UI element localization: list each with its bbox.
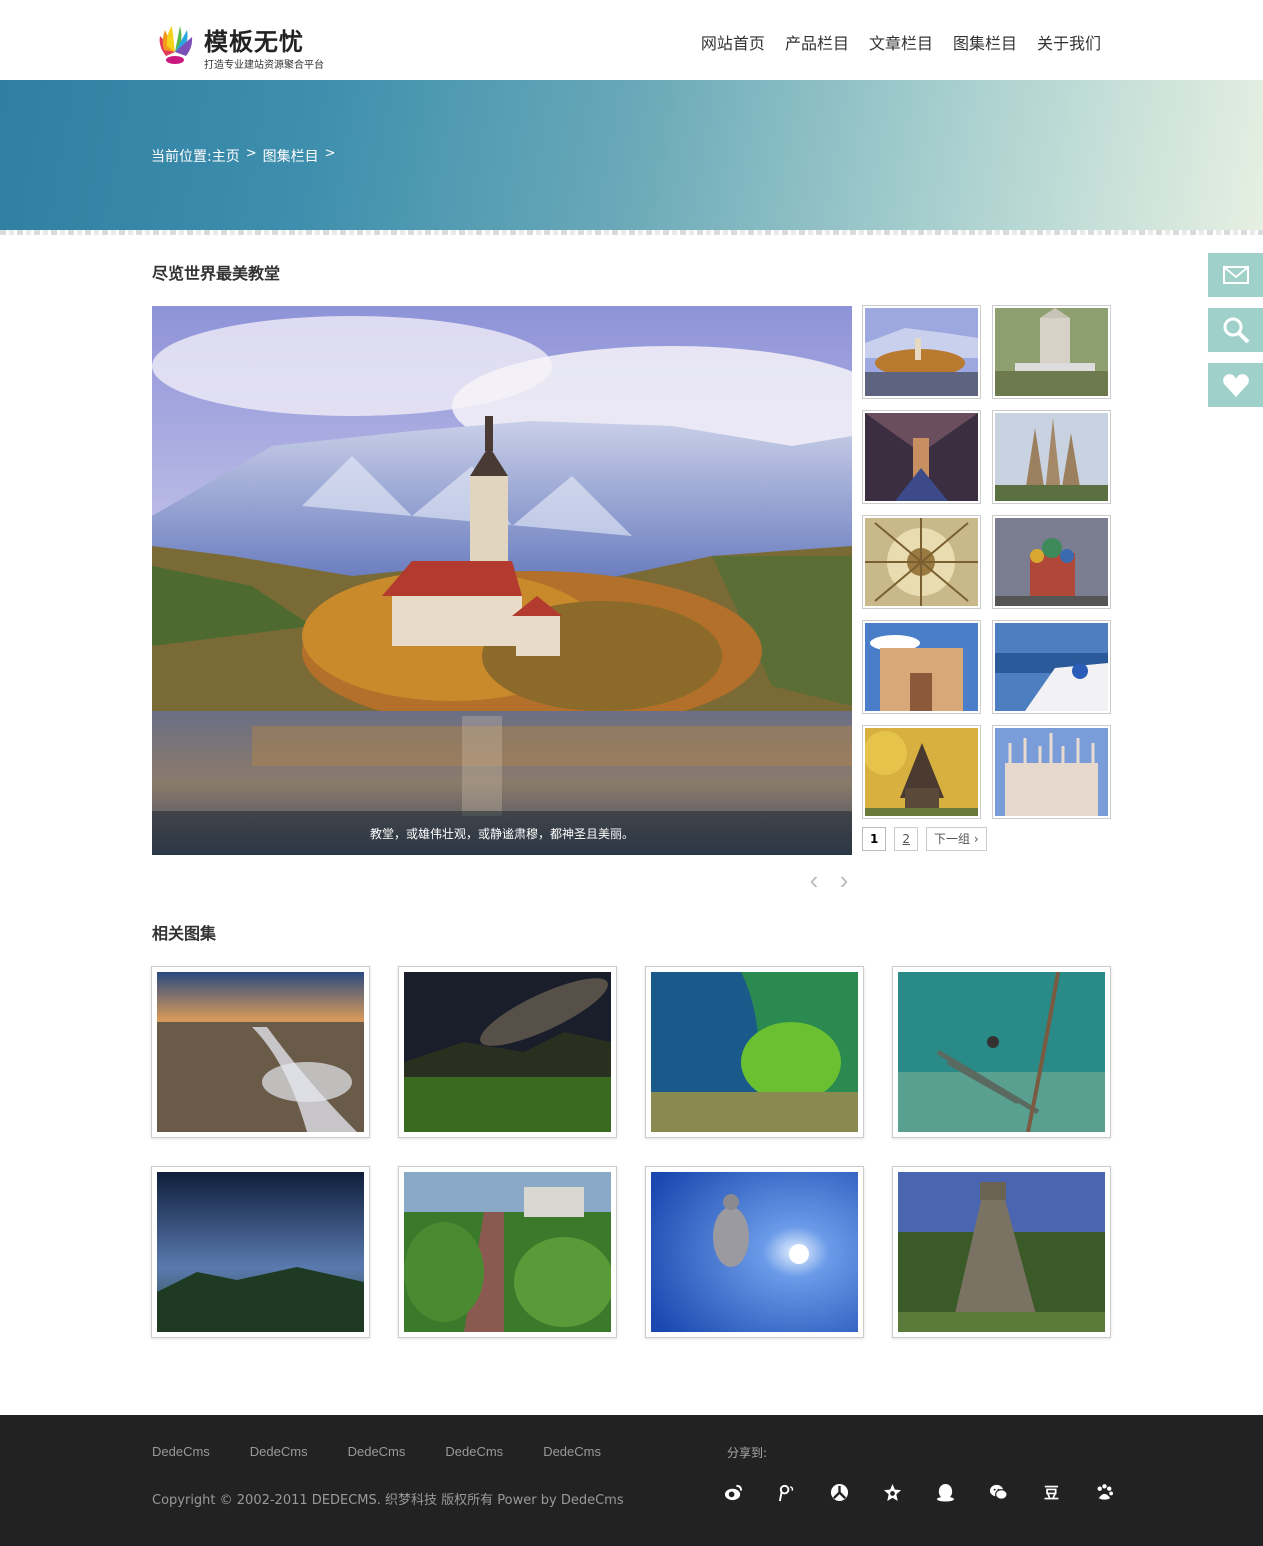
photo-caption: 教堂，或雄伟壮观，或静谧肃穆，都神圣且美丽。: [369, 826, 634, 841]
thumbnail[interactable]: [862, 725, 981, 819]
photo-caption-bar: 教堂，或雄伟壮观，或静谧肃穆，都神圣且美丽。: [152, 811, 852, 855]
lake-church-photo: [152, 306, 852, 855]
related-mayan-temple: [898, 1172, 1105, 1332]
thumb-dome-ceiling: [865, 518, 978, 606]
renren-icon[interactable]: [830, 1483, 849, 1502]
thumb-lake-church: [865, 308, 978, 396]
thumbnail[interactable]: [992, 515, 1111, 609]
thumb-sagrada-familia: [995, 413, 1108, 501]
related-item[interactable]: [398, 1166, 617, 1338]
breadcrumb-current[interactable]: 图集栏目: [263, 146, 319, 166]
related-item[interactable]: [645, 1166, 864, 1338]
site-logo[interactable]: 模板无忧 打造专业建站资源聚合平台: [152, 20, 324, 71]
thumbnail[interactable]: [862, 620, 981, 714]
thumb-adobe-church: [865, 623, 978, 711]
share-label: 分享到:: [727, 1446, 768, 1460]
thumb-cathedral-interior: [865, 413, 978, 501]
pager-page-2[interactable]: 2: [894, 827, 918, 851]
gallery-title: 尽览世界最美教堂: [152, 264, 281, 283]
thumbnail[interactable]: [862, 305, 981, 399]
side-search-button[interactable]: [1208, 308, 1263, 352]
next-arrow-icon[interactable]: ›: [836, 867, 852, 893]
site-header: 模板无忧 打造专业建站资源聚合平台 网站首页 产品栏目 文章栏目 图集栏目 关于…: [0, 0, 1263, 80]
main-photo[interactable]: 教堂，或雄伟壮观，或静谧肃穆，都神圣且美丽。: [152, 306, 852, 855]
breadcrumb-separator: >: [324, 146, 336, 161]
pager-next-group[interactable]: 下一组 ›: [926, 827, 987, 851]
nav-articles[interactable]: 文章栏目: [869, 30, 933, 54]
wechat-icon[interactable]: [989, 1483, 1008, 1502]
related-starry-valley: [157, 1172, 364, 1332]
nav-gallery[interactable]: 图集栏目: [953, 30, 1017, 54]
related-abandoned-city: [404, 1172, 611, 1332]
side-toolbar: [1208, 253, 1263, 418]
thumbnail-pager: 1 2 下一组 ›: [862, 827, 987, 851]
logo-slogan: 打造专业建站资源聚合平台: [204, 60, 324, 71]
related-milky-way: [404, 972, 611, 1132]
thumb-canyon-church: [995, 308, 1108, 396]
related-diver-lake: [898, 972, 1105, 1132]
related-item[interactable]: [892, 966, 1111, 1138]
search-icon: [1223, 317, 1249, 344]
thumb-santorini: [995, 623, 1108, 711]
footer-link[interactable]: DedeCms: [348, 1444, 406, 1459]
page-banner: 当前位置: 主页 > 图集栏目 >: [0, 80, 1263, 235]
thumbnail[interactable]: [992, 305, 1111, 399]
related-item[interactable]: [892, 1166, 1111, 1338]
thumbnail[interactable]: [862, 515, 981, 609]
site-footer: DedeCms DedeCms DedeCms DedeCms DedeCms …: [0, 1415, 1263, 1546]
logo-name: 模板无忧: [204, 28, 304, 56]
footer-link[interactable]: DedeCms: [445, 1444, 503, 1459]
footer-links: DedeCms DedeCms DedeCms DedeCms DedeCms: [152, 1444, 601, 1459]
breadcrumb-home[interactable]: 主页: [212, 146, 240, 166]
breadcrumb: 当前位置: 主页 > 图集栏目 >: [151, 146, 336, 166]
mail-icon: [1222, 266, 1249, 284]
side-favorite-button[interactable]: [1208, 363, 1263, 407]
related-underwater-plants: [651, 972, 858, 1132]
thumbnail[interactable]: [992, 725, 1111, 819]
breadcrumb-prefix: 当前位置:: [151, 149, 212, 165]
nav-home[interactable]: 网站首页: [701, 30, 765, 54]
qq-icon[interactable]: [936, 1483, 955, 1502]
thumb-st-basil: [995, 518, 1108, 606]
kaixin-icon[interactable]: [883, 1483, 902, 1502]
footer-link[interactable]: DedeCms: [543, 1444, 601, 1459]
slide-arrows: ‹ ›: [806, 867, 852, 893]
footer-link[interactable]: DedeCms: [250, 1444, 308, 1459]
tencent-weibo-icon[interactable]: [777, 1483, 796, 1502]
breadcrumb-separator: >: [245, 146, 257, 161]
related-title: 相关图集: [152, 924, 217, 943]
related-item[interactable]: [645, 966, 864, 1138]
thumbnail[interactable]: [862, 410, 981, 504]
thumb-milan-duomo: [995, 728, 1108, 816]
heart-icon: [1222, 374, 1249, 397]
thumbnail[interactable]: [992, 620, 1111, 714]
baidu-icon[interactable]: [1095, 1483, 1114, 1502]
nav-products[interactable]: 产品栏目: [785, 30, 849, 54]
copyright-text: Copyright © 2002-2011 DEDECMS. 织梦科技 版权所有…: [152, 1493, 624, 1508]
related-item[interactable]: [398, 966, 617, 1138]
prev-arrow-icon[interactable]: ‹: [806, 867, 822, 893]
main-nav: 网站首页 产品栏目 文章栏目 图集栏目 关于我们: [701, 30, 1101, 54]
pager-page-1[interactable]: 1: [862, 827, 887, 851]
related-waterfall: [157, 972, 364, 1132]
peacock-logo-icon: [159, 26, 193, 64]
weibo-icon[interactable]: [724, 1483, 743, 1502]
share-icons: 豆: [724, 1483, 1114, 1502]
side-mail-button[interactable]: [1208, 253, 1263, 297]
nav-about[interactable]: 关于我们: [1037, 30, 1101, 54]
footer-link[interactable]: DedeCms: [152, 1444, 210, 1459]
thumb-stave-church: [865, 728, 978, 816]
related-item[interactable]: [151, 966, 370, 1138]
related-sea-turtle: [651, 1172, 858, 1332]
douban-icon[interactable]: 豆: [1042, 1483, 1061, 1502]
thumbnail[interactable]: [992, 410, 1111, 504]
related-item[interactable]: [151, 1166, 370, 1338]
